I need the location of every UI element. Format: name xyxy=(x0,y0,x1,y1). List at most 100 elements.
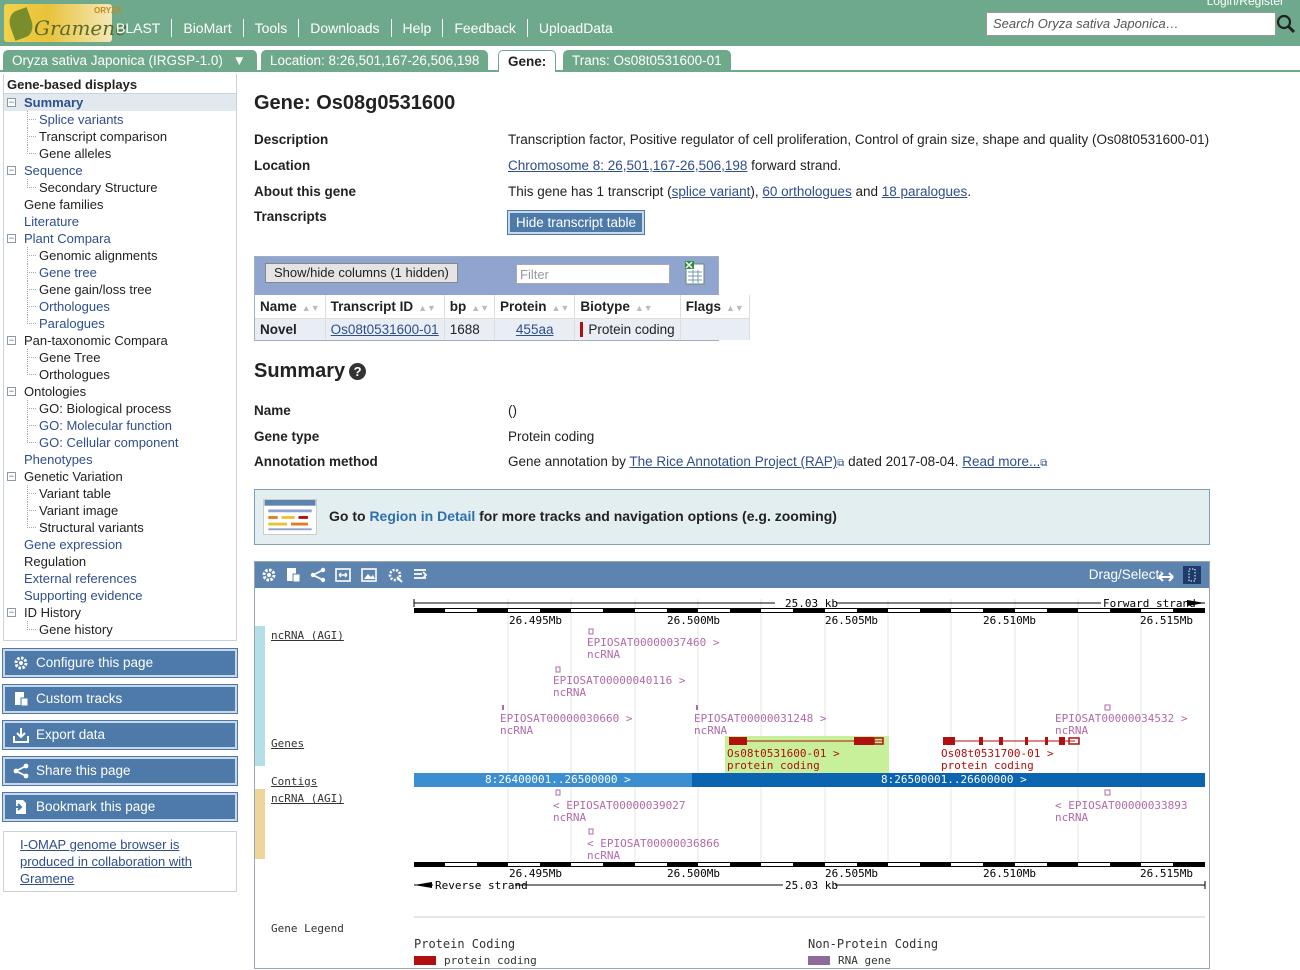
collapse-toggle-icon[interactable]: − xyxy=(7,234,16,243)
gene-legend: Gene Legend Protein Coding protein codin… xyxy=(271,916,1205,967)
table-controls: Show/hide columns (1 hidden) Filter xyxy=(255,257,718,295)
track-order-icon[interactable] xyxy=(412,567,428,583)
tab-gene[interactable]: Gene: xyxy=(498,50,557,72)
drag-mode-icon[interactable] xyxy=(1158,569,1174,585)
sidebar-item-phenotypes[interactable]: Phenotypes xyxy=(4,451,236,468)
read-more-link[interactable]: Read more... xyxy=(962,454,1040,469)
nav-blast[interactable]: BLAST xyxy=(116,19,171,37)
sidebar-item-secondary-structure[interactable]: Secondary Structure xyxy=(4,179,236,196)
col-flags[interactable]: Flags ▲▼ xyxy=(680,295,750,319)
sidebar-item-summary[interactable]: − Summary xyxy=(4,94,236,111)
login-register-link[interactable]: Login/Register xyxy=(1207,0,1284,8)
sidebar-item-variant-table[interactable]: Variant table xyxy=(4,485,236,502)
ncrna-reverse-features[interactable]: < EPIOSAT00000039027 ncRNA < EPIOSAT0000… xyxy=(553,789,1187,862)
sidebar-item-regulation[interactable]: Regulation xyxy=(4,553,236,570)
share-page-button[interactable]: Share this page xyxy=(2,756,238,786)
rap-link[interactable]: The Rice Annotation Project (RAP) xyxy=(629,454,837,469)
tab-transcript[interactable]: Trans: Os08t0531600-01 xyxy=(563,50,731,72)
sidebar-item-genomic-alignments[interactable]: Genomic alignments xyxy=(4,247,236,264)
table-filter-input[interactable]: Filter xyxy=(516,264,670,284)
gene-features[interactable]: Os08t0531600-01 > protein coding Os08t05… xyxy=(725,736,1080,776)
sidebar-item-pan-taxonomic-compara[interactable]: − Pan-taxonomic Compara xyxy=(4,332,236,349)
region-in-detail-link[interactable]: Region in Detail xyxy=(369,508,475,524)
select-mode-icon[interactable] xyxy=(1183,566,1201,584)
sidebar-item-orthologues[interactable]: Orthologues xyxy=(4,298,236,315)
collapse-toggle-icon[interactable]: − xyxy=(7,166,16,175)
nav-help[interactable]: Help xyxy=(390,19,443,37)
custom-tracks-button[interactable]: Custom tracks xyxy=(2,684,238,714)
collapse-toggle-icon[interactable]: − xyxy=(7,98,16,107)
genome-image[interactable]: ncRNA (AGI) Genes Contigs ncRNA (AGI) 25… xyxy=(255,589,1209,968)
col-biotype[interactable]: Biotype ▲▼ xyxy=(574,295,681,319)
show-hide-columns-button[interactable]: Show/hide columns (1 hidden) xyxy=(265,263,458,283)
sidebar-item-variant-image[interactable]: Variant image xyxy=(4,502,236,519)
collapse-toggle-icon[interactable]: − xyxy=(7,608,16,617)
paralogues-link[interactable]: 18 paralogues xyxy=(882,184,968,199)
sidebar-item-gene-tree[interactable]: Gene Tree xyxy=(4,349,236,366)
help-icon[interactable]: ? xyxy=(349,363,367,380)
gramene-logo[interactable]: ORYZA Gramene xyxy=(4,4,127,42)
configure-page-button[interactable]: Configure this page xyxy=(2,648,238,678)
sidebar-item-plant-compara[interactable]: − Plant Compara xyxy=(4,230,236,247)
sidebar-item-gene-gain-loss-tree[interactable]: Gene gain/loss tree xyxy=(4,281,236,298)
col-protein[interactable]: Protein ▲▼ xyxy=(494,295,576,319)
sidebar-item-gene-tree[interactable]: Gene tree xyxy=(4,264,236,281)
sidebar-item-paralogues[interactable]: Paralogues xyxy=(4,315,236,332)
sidebar-item-go-cellular-component[interactable]: GO: Cellular component xyxy=(4,434,236,451)
sidebar-item-external-references[interactable]: External references xyxy=(4,570,236,587)
tab-location[interactable]: Location: 8:26,501,167-26,506,198 xyxy=(261,50,489,72)
transcript-id-link[interactable]: Os08t0531600-01 xyxy=(331,322,439,337)
export-data-button[interactable]: Export data xyxy=(2,720,238,750)
col-bp[interactable]: bp ▲▼ xyxy=(444,295,496,319)
sidebar-item-literature[interactable]: Literature xyxy=(4,213,236,230)
sidebar-item-structural-variants[interactable]: Structural variants xyxy=(4,519,236,536)
collaboration-link[interactable]: I-OMAP genome browser is produced in col… xyxy=(20,837,192,886)
sidebar-item-supporting-evidence[interactable]: Supporting evidence xyxy=(4,587,236,604)
col-transcript-id[interactable]: Transcript ID ▲▼ xyxy=(325,295,445,319)
nav-uploaddata[interactable]: UploadData xyxy=(526,19,624,37)
nav-downloads[interactable]: Downloads xyxy=(298,19,390,37)
reset-tracks-icon[interactable] xyxy=(387,567,403,583)
custom-tracks-icon[interactable] xyxy=(285,567,301,583)
sidebar-item-gene-history[interactable]: Gene history xyxy=(4,621,236,638)
sidebar-item-id-history[interactable]: − ID History xyxy=(4,604,236,621)
search-input[interactable]: Search Oryza sativa Japonica… xyxy=(986,12,1276,36)
col-name[interactable]: Name ▲▼ xyxy=(255,295,326,319)
contig-8-26500001[interactable]: 8:26500001..26600000 > xyxy=(881,773,1027,786)
hide-transcript-table-button[interactable]: Hide transcript table xyxy=(506,210,646,235)
sidebar-item-orthologues[interactable]: Orthologues xyxy=(4,366,236,383)
collapse-toggle-icon[interactable]: − xyxy=(7,336,16,345)
collapse-toggle-icon[interactable]: − xyxy=(7,387,16,396)
ncrna-forward-features[interactable]: EPIOSAT00000037460 > ncRNA EPIOSAT000000… xyxy=(500,628,1188,737)
sidebar-item-label: Plant Compara xyxy=(24,231,111,246)
chromosome-location-link[interactable]: Chromosome 8: 26,501,167-26,506,198 xyxy=(508,158,747,173)
contig-8-26400001[interactable]: 8:26400001..26500000 > xyxy=(485,773,631,786)
sidebar-item-go-molecular-function[interactable]: GO: Molecular function xyxy=(4,417,236,434)
splice-variant-link[interactable]: splice variant xyxy=(672,184,751,199)
gear-icon[interactable] xyxy=(261,567,277,583)
forward-scale-bar: 25.03 kb Forward strand 26.495Mb 26.500M… xyxy=(413,597,1205,627)
collapse-toggle-icon[interactable]: − xyxy=(7,472,16,481)
sidebar-item-gene-families[interactable]: Gene families xyxy=(4,196,236,213)
image-export-icon[interactable] xyxy=(361,567,377,583)
share-icon[interactable] xyxy=(310,567,326,583)
sidebar-item-transcript-comparison[interactable]: Transcript comparison xyxy=(4,128,236,145)
nav-tools[interactable]: Tools xyxy=(242,19,299,37)
bookmark-page-button[interactable]: Bookmark this page xyxy=(2,792,238,822)
sidebar-item-sequence[interactable]: − Sequence xyxy=(4,162,236,179)
orthologues-link[interactable]: 60 orthologues xyxy=(762,184,851,199)
sidebar-item-go-biological-process[interactable]: GO: Biological process xyxy=(4,400,236,417)
sidebar-item-splice-variants[interactable]: Splice variants xyxy=(4,111,236,128)
nav-feedback[interactable]: Feedback xyxy=(442,19,526,37)
search-icon[interactable] xyxy=(1276,13,1296,35)
sidebar-item-ontologies[interactable]: − Ontologies xyxy=(4,383,236,400)
protein-link[interactable]: 455aa xyxy=(516,322,554,337)
spreadsheet-export-icon[interactable] xyxy=(685,261,705,285)
tab-species[interactable]: Oryza sativa Japonica (IRGSP-1.0) ▼ xyxy=(3,50,257,72)
nav-biomart[interactable]: BioMart xyxy=(171,19,242,37)
resize-icon[interactable] xyxy=(335,567,351,583)
sidebar-item-genetic-variation[interactable]: − Genetic Variation xyxy=(4,468,236,485)
contig-features[interactable]: 8:26400001..26500000 > 8:26500001..26600… xyxy=(414,773,1205,787)
sidebar-item-gene-alleles[interactable]: Gene alleles xyxy=(4,145,236,162)
sidebar-item-gene-expression[interactable]: Gene expression xyxy=(4,536,236,553)
